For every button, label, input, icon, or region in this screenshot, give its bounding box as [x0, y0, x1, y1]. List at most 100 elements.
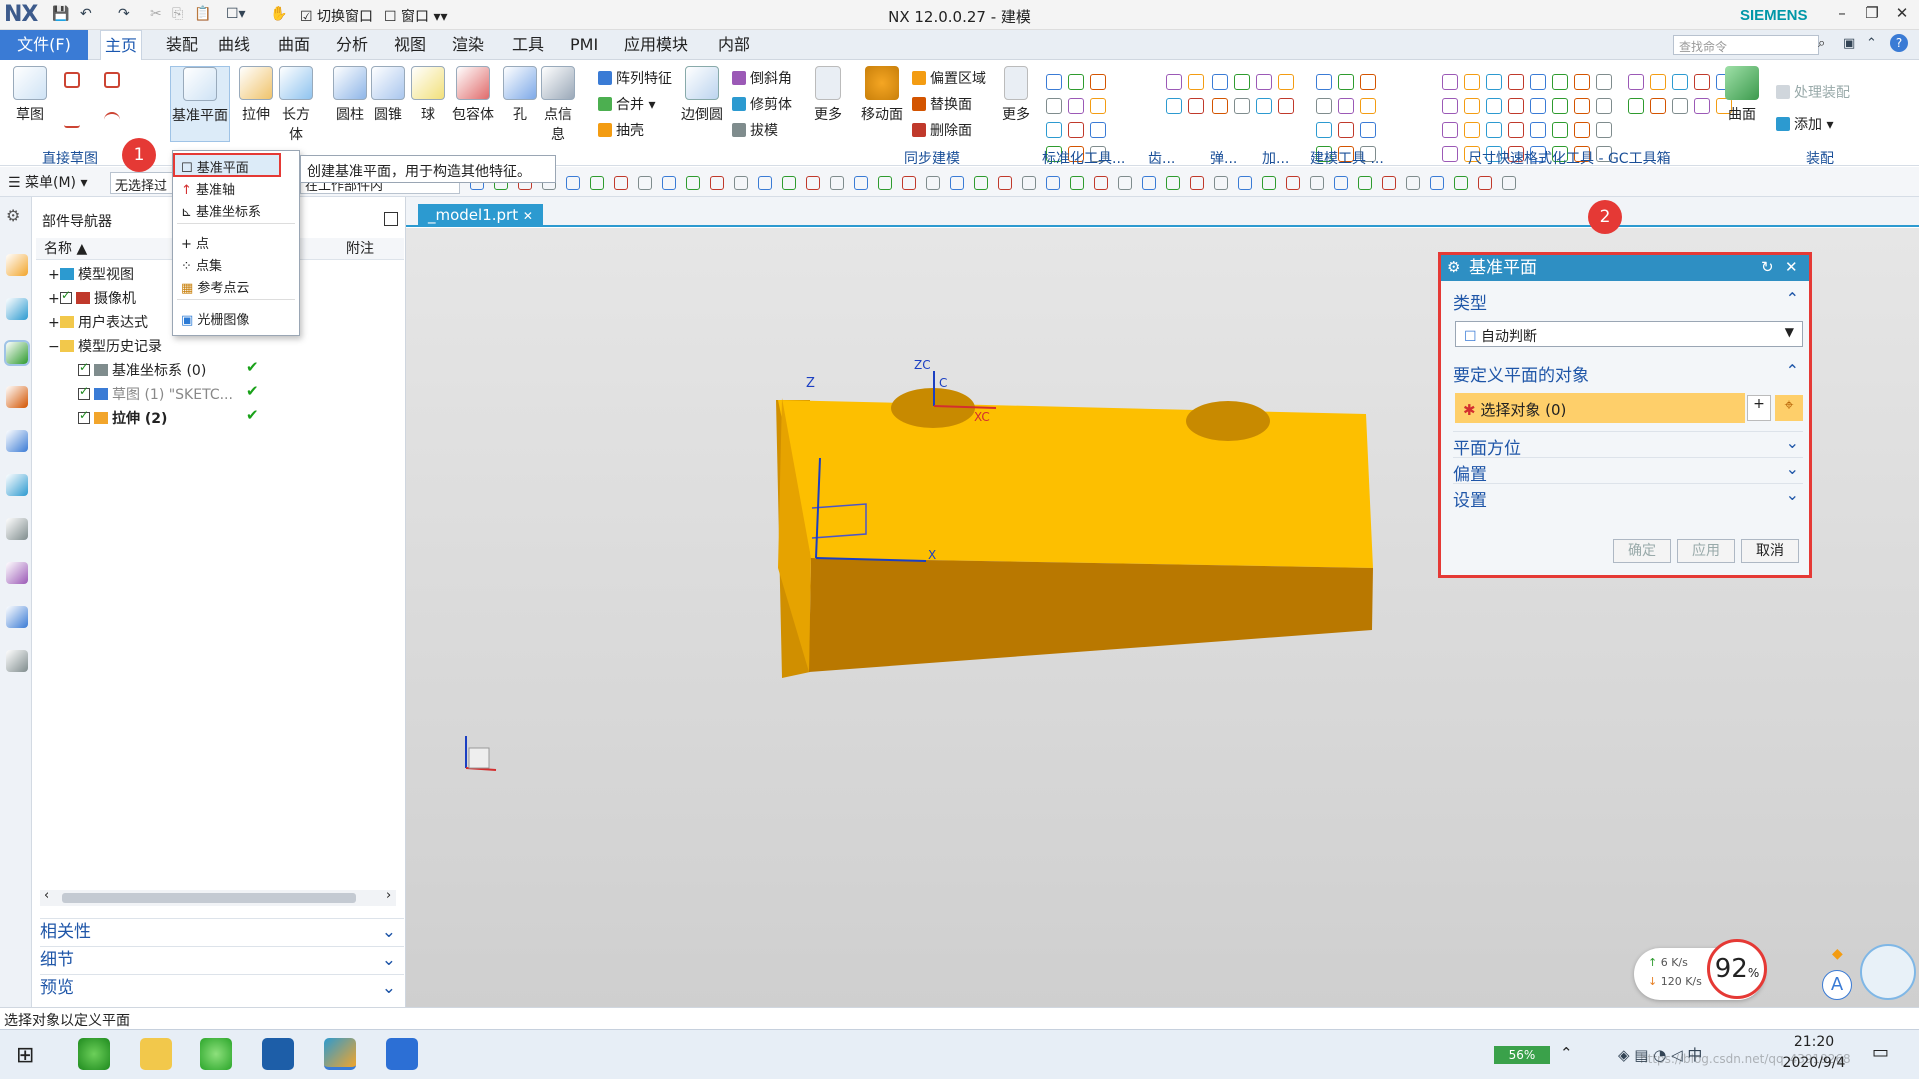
- copy-icon[interactable]: ⎘: [172, 6, 183, 22]
- tab-7[interactable]: 工具: [508, 30, 548, 60]
- section-preview[interactable]: 预览 ⌄: [40, 974, 404, 1000]
- input-method-icon[interactable]: A: [1822, 970, 1852, 1000]
- cone-button[interactable]: 圆锥: [368, 66, 408, 124]
- tree-node[interactable]: 草图 (1) "SKETC...: [78, 384, 233, 404]
- select-object-field[interactable]: ✱ 选择对象 (0): [1455, 393, 1745, 423]
- touch-mode-icon[interactable]: ✋: [270, 6, 287, 22]
- snap-icon[interactable]: [734, 176, 748, 190]
- tool-icon[interactable]: [1694, 74, 1710, 90]
- tool-icon[interactable]: [1552, 74, 1568, 90]
- snap-icon[interactable]: [1358, 176, 1372, 190]
- snap-icon[interactable]: [662, 176, 676, 190]
- snap-icon[interactable]: [1286, 176, 1300, 190]
- offset-region-button[interactable]: 偏置区域: [912, 68, 986, 88]
- tool-icon[interactable]: [1650, 98, 1666, 114]
- menu-item-datum-csys[interactable]: ⊾ 基准坐标系: [181, 201, 261, 220]
- snap-icon[interactable]: [950, 176, 964, 190]
- tool-icon[interactable]: [1212, 98, 1228, 114]
- battery-indicator[interactable]: 56%: [1494, 1046, 1550, 1064]
- arc-icon[interactable]: [104, 112, 120, 128]
- tool-icon[interactable]: [1188, 98, 1204, 114]
- more-sync-button[interactable]: 更多: [998, 66, 1034, 124]
- snap-icon[interactable]: [854, 176, 868, 190]
- tool-icon[interactable]: [1046, 98, 1062, 114]
- trim-body-button[interactable]: 修剪体: [732, 94, 792, 114]
- snap-icon[interactable]: [614, 176, 628, 190]
- web-browser-icon[interactable]: [6, 474, 28, 496]
- move-face-button[interactable]: 移动面: [858, 66, 906, 124]
- collapse-ribbon-icon[interactable]: ⌃: [1866, 36, 1877, 51]
- tab-1[interactable]: 装配: [162, 30, 202, 60]
- window-layout-icon[interactable]: ▣: [1843, 36, 1855, 51]
- tool-icon[interactable]: [1338, 122, 1354, 138]
- paste-icon[interactable]: 📋: [194, 6, 211, 22]
- menu-item-point[interactable]: + 点: [181, 233, 209, 252]
- cut-icon[interactable]: ✂: [150, 6, 162, 22]
- menu-item-raster-image[interactable]: ▣ 光栅图像: [181, 309, 249, 328]
- minimize-icon[interactable]: –: [1828, 4, 1856, 22]
- tool-icon[interactable]: [1442, 74, 1458, 90]
- maximize-panel-icon[interactable]: [384, 212, 398, 226]
- windows-start-icon[interactable]: ⊞: [16, 1043, 34, 1068]
- spline-icon[interactable]: [64, 72, 80, 88]
- orientation-section[interactable]: 平面方位: [1453, 431, 1803, 459]
- more-button[interactable]: 更多: [808, 66, 848, 124]
- column-notes[interactable]: 附注: [346, 238, 374, 260]
- snap-icon[interactable]: [1070, 176, 1084, 190]
- snap-icon[interactable]: [1166, 176, 1180, 190]
- tool-icon[interactable]: [1552, 122, 1568, 138]
- chevron-up-icon[interactable]: ⌃: [1786, 361, 1799, 380]
- snap-icon[interactable]: [1094, 176, 1108, 190]
- tool-icon[interactable]: [1464, 122, 1480, 138]
- menu-button[interactable]: ☰ 菜单(M) ▾: [8, 172, 88, 192]
- section-details[interactable]: 细节 ⌄: [40, 946, 404, 972]
- delete-face-button[interactable]: 删除面: [912, 120, 972, 140]
- surface-button[interactable]: 曲面: [1724, 66, 1760, 124]
- chevron-down-icon[interactable]: ⌄: [1786, 459, 1799, 478]
- tool-icon[interactable]: [1442, 146, 1458, 162]
- tool-icon[interactable]: [1508, 74, 1524, 90]
- chevron-up-icon[interactable]: ⌃: [1560, 1044, 1573, 1062]
- reset-icon[interactable]: ↻: [1761, 258, 1774, 276]
- save-icon[interactable]: 💾: [52, 6, 69, 22]
- tool-icon[interactable]: [1530, 122, 1546, 138]
- snap-icon[interactable]: [902, 176, 916, 190]
- snap-icon[interactable]: [1382, 176, 1396, 190]
- snap-icon[interactable]: [1454, 176, 1468, 190]
- tab-0[interactable]: 主页: [100, 30, 143, 60]
- snap-icon[interactable]: [1022, 176, 1036, 190]
- tool-icon[interactable]: [1338, 98, 1354, 114]
- snap-icon[interactable]: [1334, 176, 1348, 190]
- tool-icon[interactable]: [1464, 98, 1480, 114]
- tool-icon[interactable]: [1046, 74, 1062, 90]
- tool-icon[interactable]: [1442, 122, 1458, 138]
- sketch-button[interactable]: 草图: [8, 66, 52, 124]
- block-button[interactable]: 长方体: [276, 66, 316, 144]
- tree-node[interactable]: +摄像机: [48, 288, 136, 308]
- extrude-button[interactable]: 拉伸: [236, 66, 276, 124]
- tool-icon[interactable]: [1574, 98, 1590, 114]
- tool-icon[interactable]: [1552, 98, 1568, 114]
- checkbox[interactable]: [78, 408, 90, 424]
- document-tab[interactable]: _model1.prt ✕: [418, 204, 543, 226]
- chamfer-button[interactable]: 倒斜角: [732, 68, 792, 88]
- snap-icon[interactable]: [758, 176, 772, 190]
- tool-icon[interactable]: [1234, 74, 1250, 90]
- tool-icon[interactable]: [1464, 74, 1480, 90]
- tab-3[interactable]: 曲面: [274, 30, 314, 60]
- assistant-mascot-icon[interactable]: [1860, 944, 1916, 1000]
- wechat-icon[interactable]: [200, 1038, 232, 1070]
- tool-icon[interactable]: [1360, 98, 1376, 114]
- unite-button[interactable]: 合并 ▾: [598, 94, 655, 114]
- hd3d-icon[interactable]: [6, 430, 28, 452]
- tool-icon[interactable]: [1596, 98, 1612, 114]
- datum-plane-button[interactable]: 基准平面: [170, 66, 230, 142]
- tool-icon[interactable]: [1090, 122, 1106, 138]
- constraint-navigator-icon[interactable]: [6, 298, 28, 320]
- tab-2[interactable]: 曲线: [214, 30, 254, 60]
- tool-icon[interactable]: [1672, 98, 1688, 114]
- command-search-input[interactable]: 查找命令: [1673, 35, 1819, 55]
- settings-icon[interactable]: ⚙: [6, 206, 20, 225]
- expand-icon[interactable]: +: [48, 291, 60, 307]
- tab-8[interactable]: PMI: [566, 30, 602, 60]
